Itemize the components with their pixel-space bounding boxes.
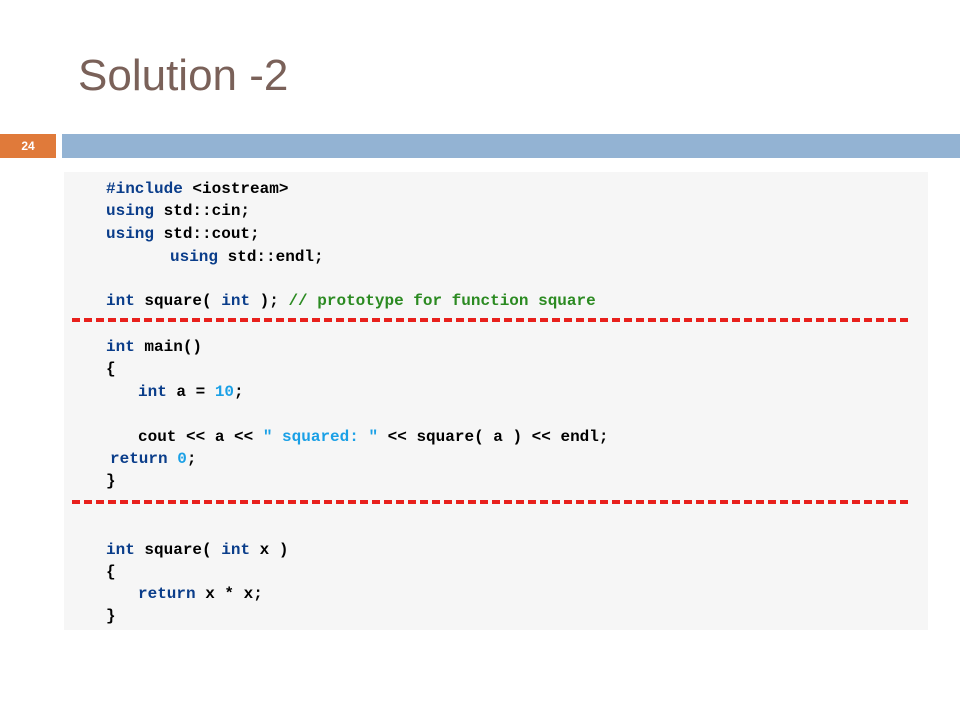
code-line-prototype: int square( int ); // prototype for func… <box>106 290 596 312</box>
code-text: ); <box>250 292 289 310</box>
code-line-main: int main() <box>106 336 202 358</box>
keyword-using: using <box>106 202 155 220</box>
brace: { <box>106 563 116 581</box>
using-target: std::cin; <box>154 202 251 220</box>
code-line-main-open: { <box>106 358 116 380</box>
code-line-include: #include <iostream> <box>106 178 288 200</box>
code-line-return: return 0; <box>110 448 196 470</box>
section-divider-bottom <box>72 500 908 504</box>
code-text: x ) <box>250 541 289 559</box>
header-bar <box>62 134 960 158</box>
number-literal: 10 <box>214 383 235 401</box>
keyword-int: int <box>221 541 251 559</box>
brace: } <box>106 607 116 625</box>
using-target: std::cout; <box>154 225 260 243</box>
code-line-decl: int a = 10; <box>138 381 244 403</box>
include-target: <iostream> <box>182 180 289 198</box>
code-line-main-close: } <box>106 470 116 492</box>
code-text: main() <box>134 338 203 356</box>
code-line-using-cout: using std::cout; <box>106 223 260 245</box>
slide-number-badge: 24 <box>0 134 56 158</box>
keyword-return: return <box>110 450 168 468</box>
keyword-using: using <box>170 248 219 266</box>
code-line-def-close: } <box>106 605 116 627</box>
section-divider-top <box>72 318 908 322</box>
code-line-definition: int square( int x ) <box>106 539 288 561</box>
code-text: x * x; <box>195 585 263 603</box>
code-line-def-return: return x * x; <box>138 583 263 605</box>
code-line-cout: cout << a << " squared: " << square( a )… <box>138 426 608 448</box>
keyword-int: int <box>106 338 135 356</box>
code-text: << square( a ) << endl; <box>378 428 609 446</box>
number-literal: 0 <box>167 450 187 468</box>
code-text: cout << a << <box>138 428 263 446</box>
keyword-return: return <box>138 585 196 603</box>
slide-title: Solution -2 <box>78 51 289 100</box>
brace: { <box>106 360 116 378</box>
brace: } <box>106 472 116 490</box>
code-text: square( <box>134 541 222 559</box>
keyword-int: int <box>106 541 135 559</box>
code-line-def-open: { <box>106 561 116 583</box>
keyword-int: int <box>221 292 251 310</box>
code-line-using-endl: using std::endl; <box>170 246 324 268</box>
preprocessor-token: #include <box>106 180 183 198</box>
code-text: a = <box>166 383 215 401</box>
code-text: square( <box>134 292 222 310</box>
keyword-int: int <box>138 383 167 401</box>
keyword-using: using <box>106 225 155 243</box>
keyword-int: int <box>106 292 135 310</box>
code-text: ; <box>234 383 244 401</box>
using-target: std::endl; <box>218 248 324 266</box>
string-literal: " squared: " <box>262 428 379 446</box>
code-comment: // prototype for function square <box>288 292 596 310</box>
code-line-using-cin: using std::cin; <box>106 200 250 222</box>
code-text: ; <box>186 450 197 468</box>
